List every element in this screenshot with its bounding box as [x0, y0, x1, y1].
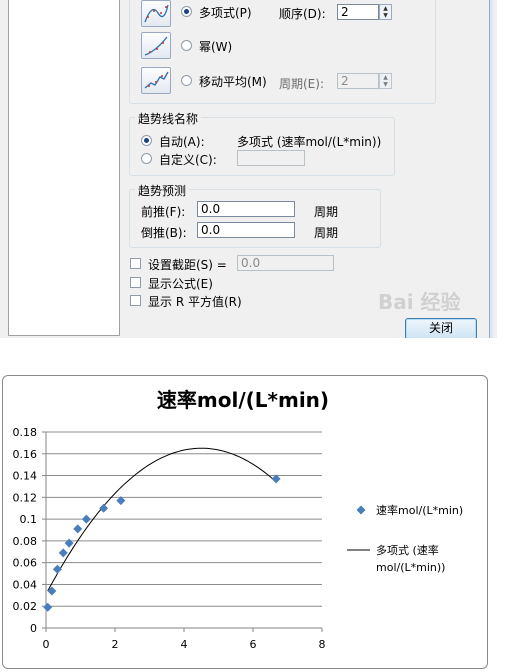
y-tick-label: 0.04 — [13, 578, 38, 591]
data-point-marker — [52, 564, 62, 574]
legend-label-trendline: mol/(L*min)) — [376, 561, 445, 574]
custom-name-label: 自定义(C): — [159, 153, 217, 167]
data-point-marker — [58, 548, 68, 558]
legend-marker-series — [356, 505, 366, 515]
data-point-marker — [47, 586, 57, 596]
period-input[interactable]: 2 — [337, 73, 379, 89]
forward-period-unit: 周期 — [314, 205, 339, 219]
y-tick-label: 0.06 — [13, 557, 38, 570]
legend-label-trendline: 多项式 (速率 — [376, 543, 439, 557]
power-radio[interactable] — [181, 40, 192, 51]
y-tick-label: 0.1 — [20, 513, 38, 526]
data-point-marker — [81, 514, 91, 524]
power-trend-icon — [141, 32, 171, 59]
chart-plot[interactable]: 0 0.02 0.04 0.06 0.08 0.1 0.12 0.14 0.16 0.18 0 2 4 6… — [0, 360, 518, 672]
custom-name-input[interactable] — [237, 150, 305, 166]
y-tick-label: 0.16 — [13, 448, 38, 461]
x-tick-label: 6 — [250, 638, 257, 651]
backward-label: 倒推(B): — [141, 226, 187, 240]
period-label: 周期(E): — [279, 77, 324, 91]
y-tick-label: 0.14 — [13, 470, 38, 483]
x-tick-label: 4 — [181, 638, 188, 651]
order-label: 顺序(D): — [279, 7, 326, 21]
data-point-marker — [43, 602, 53, 612]
tick-labels: 0 0.02 0.04 0.06 0.08 0.1 0.12 0.14 0.16 0.18 0 2 4 6… — [13, 426, 326, 651]
intercept-input[interactable]: 0.0 — [237, 255, 334, 271]
set-intercept-checkbox[interactable] — [130, 258, 141, 269]
custom-name-radio[interactable] — [141, 153, 152, 164]
moving-average-label: 移动平均(M) — [199, 75, 267, 89]
x-tick-label: 8 — [319, 638, 326, 651]
order-spinner[interactable]: ▲ ▼ — [379, 4, 392, 20]
trendline-name-title: 趋势线名称 — [135, 110, 202, 127]
backward-input[interactable]: 0.0 — [197, 222, 295, 238]
set-intercept-label: 设置截距(S) = — [148, 258, 227, 272]
close-button[interactable]: 关闭 — [405, 318, 477, 338]
forecast-title: 趋势预测 — [135, 182, 190, 199]
x-tick-label: 2 — [112, 638, 119, 651]
period-spinner[interactable]: ▲ ▼ — [379, 73, 392, 89]
window-edge — [489, 0, 493, 338]
y-tick-label: 0.18 — [13, 426, 38, 439]
auto-name-radio[interactable] — [141, 135, 152, 146]
legend-label-series: 速率mol/(L*min) — [376, 503, 463, 517]
show-equation-label: 显示公式(E) — [148, 277, 213, 291]
moving-average-trend-icon — [141, 67, 171, 94]
legend: 速率mol/(L*min) 多项式 (速率 mol/(L*min)) — [347, 503, 463, 574]
show-r-squared-checkbox[interactable] — [130, 295, 141, 306]
show-equation-checkbox[interactable] — [130, 277, 141, 288]
watermark-logo: Bai 经验 — [378, 290, 461, 314]
y-tick-label: 0.02 — [13, 600, 38, 613]
x-tick-label: 0 — [43, 638, 50, 651]
polynomial-trend-icon — [141, 0, 171, 27]
trendline-format-dialog: 多项式(P) 顺序(D): 2 ▲ ▼ 幂(W) 移动平均(M) 周期(E): 2… — [0, 0, 497, 338]
forward-input[interactable]: 0.0 — [197, 201, 295, 217]
polynomial-label: 多项式(P) — [199, 6, 252, 20]
options-category-list[interactable] — [8, 0, 120, 336]
data-point-marker — [64, 538, 74, 548]
show-r-squared-label: 显示 R 平方值(R) — [148, 295, 242, 309]
auto-name-value: 多项式 (速率mol/(L*min)) — [237, 135, 382, 149]
data-point-marker — [73, 524, 83, 534]
moving-average-radio[interactable] — [181, 75, 192, 86]
data-point-marker — [99, 503, 109, 513]
y-tick-label: 0 — [30, 622, 37, 635]
order-input[interactable]: 2 — [337, 4, 379, 20]
forward-label: 前推(F): — [141, 205, 186, 219]
y-tick-label: 0.12 — [13, 491, 38, 504]
auto-name-label: 自动(A): — [159, 135, 205, 149]
data-points — [43, 474, 281, 612]
power-label: 幂(W) — [199, 40, 233, 54]
y-tick-label: 0.08 — [13, 535, 38, 548]
polynomial-radio[interactable] — [181, 6, 192, 17]
backward-period-unit: 周期 — [314, 226, 339, 240]
